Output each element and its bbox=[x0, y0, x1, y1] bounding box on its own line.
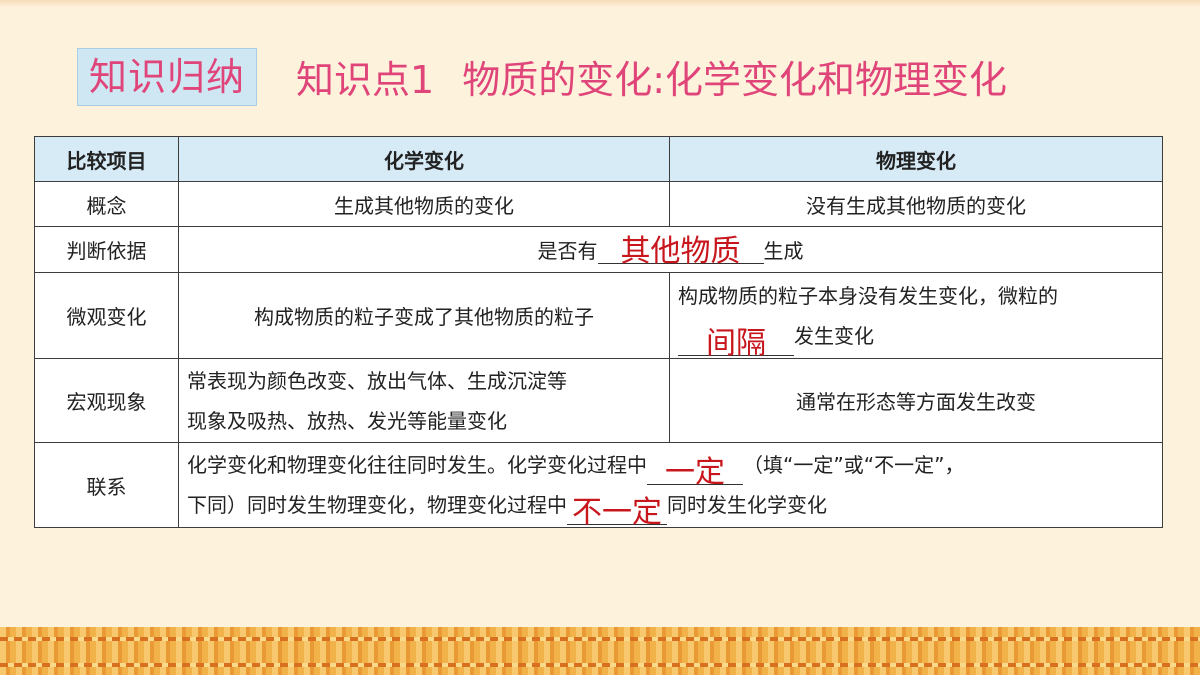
concept-chemical: 生成其他物质的变化 bbox=[178, 181, 670, 227]
concept-physical: 没有生成其他物质的变化 bbox=[669, 181, 1163, 227]
row-label: 概念 bbox=[34, 181, 179, 227]
answer-blank: 其他物质 bbox=[597, 235, 764, 269]
answer-blank: 一定 bbox=[647, 456, 743, 490]
row-label: 微观变化 bbox=[34, 272, 179, 359]
relation-cell: 化学变化和物理变化往往同时发生。化学变化过程中 一定 （填“一定”或“不一定”， 下… bbox=[178, 442, 1163, 530]
macro-chemical-line2: 现象及吸热、放热、发光等能量变化 bbox=[187, 408, 507, 433]
header-cell-physical: 物理变化 bbox=[669, 136, 1163, 182]
knowledge-point-title: 物质的变化:化学变化和物理变化 bbox=[462, 58, 1007, 102]
row-label: 联系 bbox=[34, 442, 179, 528]
answer-blank: 不一定 bbox=[567, 496, 667, 530]
comparison-table: 比较项目 化学变化 物理变化 概念 生成其他物质的变化 没有生成其他物质的变化 … bbox=[34, 136, 1163, 530]
table-header-row: 比较项目 化学变化 物理变化 bbox=[34, 136, 1163, 182]
macro-chemical: 常表现为颜色改变、放出气体、生成沉淀等 现象及吸热、放热、发光等能量变化 bbox=[178, 358, 670, 443]
micro-physical: 构成物质的粒子本身没有发生变化，微粒的 间隔 发生变化 bbox=[669, 272, 1163, 360]
micro-physical-after: 发生变化 bbox=[794, 323, 874, 348]
top-band bbox=[0, 0, 1200, 8]
micro-physical-line1: 构成物质的粒子本身没有发生变化，微粒的 bbox=[678, 283, 1058, 308]
decorative-footer-band bbox=[0, 627, 1200, 675]
table-row-judgement: 判断依据 是否有 其他物质 生成 bbox=[34, 226, 1163, 273]
table-row-macro: 宏观现象 常表现为颜色改变、放出气体、生成沉淀等 现象及吸热、放热、发光等能量变… bbox=[34, 358, 1163, 443]
header-cell-chemical: 化学变化 bbox=[178, 136, 670, 182]
table-row-concept: 概念 生成其他物质的变化 没有生成其他物质的变化 bbox=[34, 181, 1163, 227]
macro-physical: 通常在形态等方面发生改变 bbox=[669, 358, 1163, 443]
table-row-micro: 微观变化 构成物质的粒子变成了其他物质的粒子 构成物质的粒子本身没有发生变化，微… bbox=[34, 272, 1163, 360]
micro-chemical: 构成物质的粒子变成了其他物质的粒子 bbox=[178, 272, 670, 359]
relation-text3: 下同）同时发生物理变化，物理变化过程中 bbox=[187, 493, 567, 517]
row-label: 宏观现象 bbox=[34, 358, 179, 443]
relation-text1: 化学变化和物理变化往往同时发生。化学变化过程中 bbox=[187, 453, 647, 477]
relation-text4: 同时发生化学变化 bbox=[667, 493, 827, 517]
macro-chemical-line1: 常表现为颜色改变、放出气体、生成沉淀等 bbox=[187, 368, 567, 393]
header-cell-item: 比较项目 bbox=[34, 136, 179, 182]
judgement-before: 是否有 bbox=[537, 239, 598, 263]
answer-text: 一定 bbox=[665, 455, 725, 490]
judgement-after: 生成 bbox=[763, 239, 804, 263]
answer-blank: 间隔 bbox=[678, 326, 794, 360]
relation-text2: （填“一定”或“不一定”， bbox=[743, 453, 965, 477]
page-title: 知识点1 物质的变化:化学变化和物理变化 bbox=[296, 52, 1007, 108]
answer-text: 不一定 bbox=[572, 495, 662, 530]
table-row-relation: 联系 化学变化和物理变化往往同时发生。化学变化过程中 一定 （填“一定”或“不一定”… bbox=[34, 442, 1163, 530]
section-tag: 知识归纳 bbox=[77, 48, 257, 106]
answer-text: 间隔 bbox=[706, 325, 766, 361]
row-label: 判断依据 bbox=[34, 226, 179, 273]
answer-text: 其他物质 bbox=[620, 234, 741, 269]
judgement-cell: 是否有 其他物质 生成 bbox=[178, 226, 1163, 273]
knowledge-point-label: 知识点1 bbox=[296, 58, 435, 102]
